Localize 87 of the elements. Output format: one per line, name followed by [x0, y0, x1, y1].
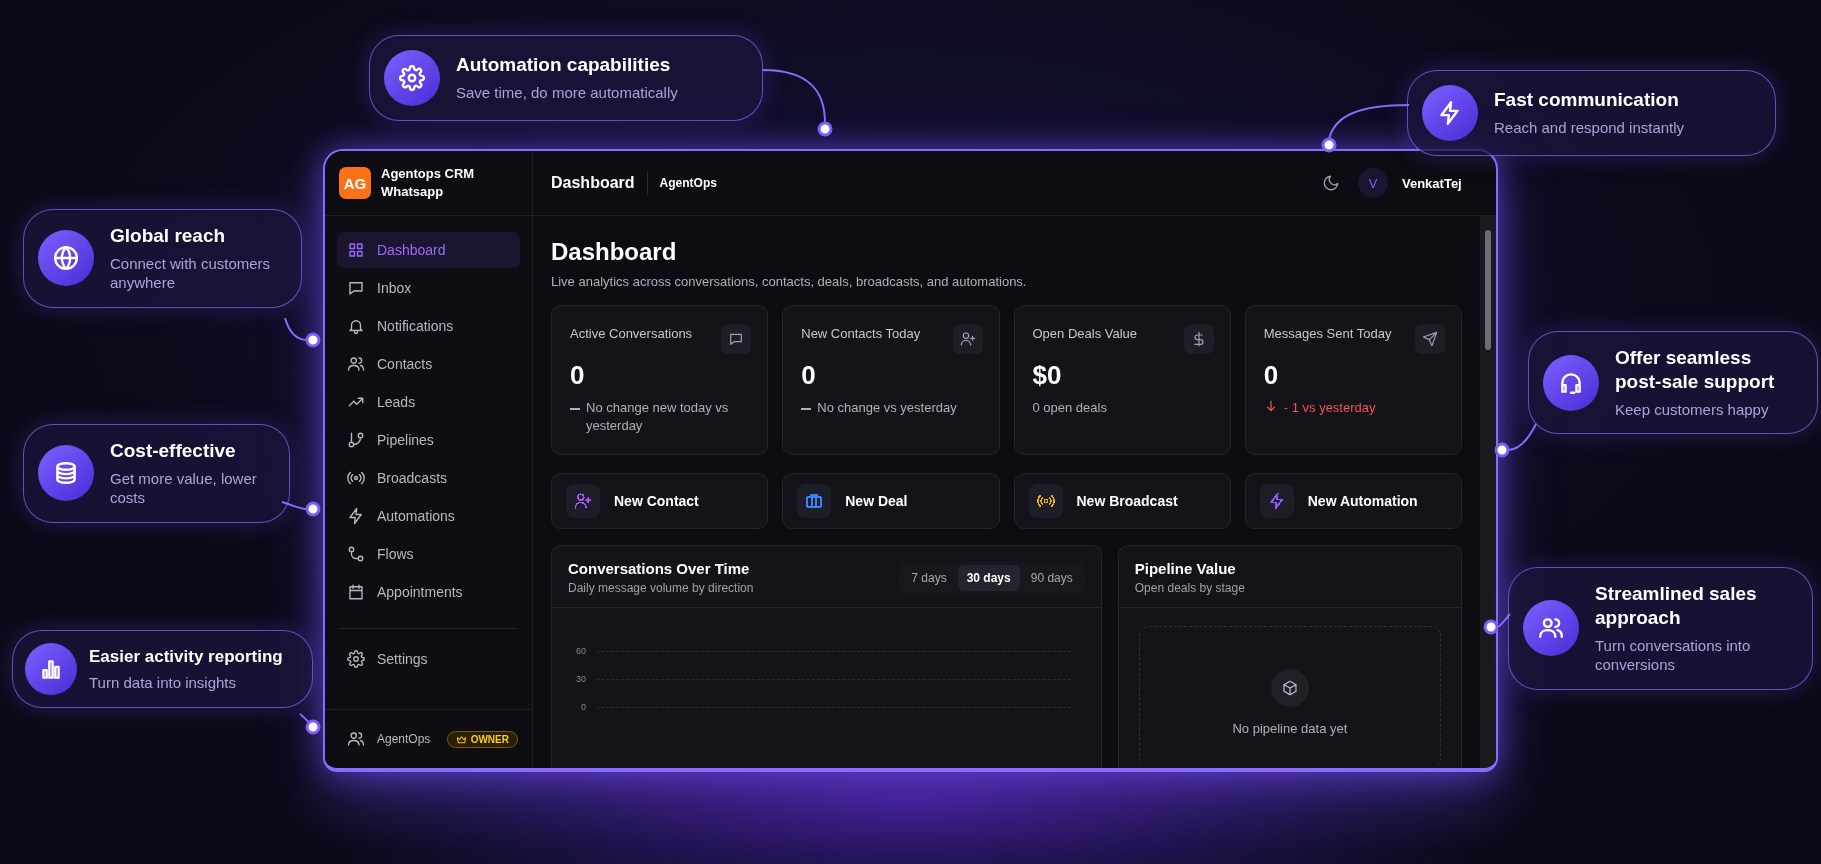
callout-title: Global reach: [110, 224, 227, 248]
stat-label: Open Deals Value: [1032, 326, 1138, 341]
scrollbar[interactable]: [1480, 216, 1496, 768]
callout-title: Fast communication: [1494, 88, 1680, 113]
page-title: Dashboard: [551, 238, 678, 266]
stat-note: - 1 vs yesterday: [1283, 399, 1376, 417]
bell-icon: [347, 317, 365, 335]
quick-action-button[interactable]: New Broadcast: [1013, 473, 1231, 529]
crown-icon: [455, 733, 467, 745]
quick-action-button[interactable]: New Contact: [551, 473, 769, 529]
settings-icon: [347, 650, 365, 668]
dash-icon: [570, 408, 580, 410]
range-tab[interactable]: 7 days: [902, 564, 956, 591]
sidebar-item[interactable]: Appointments: [337, 574, 520, 610]
callout-title: Streamlined sales approach: [1595, 582, 1758, 630]
callout-title: Offer seamless post-sale support: [1615, 346, 1776, 394]
callout-subtitle: Keep customers happy: [1615, 399, 1770, 419]
nodes-icon: [347, 545, 365, 563]
sidebar-item[interactable]: Inbox: [337, 270, 520, 306]
cube-icon: [1281, 680, 1298, 696]
settings-icon: [399, 65, 425, 91]
workspace-name: AgentOps: [377, 732, 431, 746]
user-avatar[interactable]: V: [1358, 168, 1388, 198]
range-tab[interactable]: 30 days: [957, 564, 1020, 591]
callout-subtitle: Get more value, lower costs: [110, 468, 258, 508]
stat-note: No change new today vs yesterday: [586, 399, 730, 436]
stat-note: No change vs yesterday: [817, 399, 957, 417]
callout-title: Easier activity reporting: [89, 645, 283, 667]
role-badge: OWNER: [446, 730, 518, 748]
sidebar-item[interactable]: Contacts: [337, 346, 520, 382]
sidebar-item[interactable]: Broadcasts: [337, 460, 520, 496]
header-title: Dashboard: [551, 174, 635, 192]
stat-label: Messages Sent Today: [1263, 326, 1392, 341]
empty-message: No pipeline data yet: [1232, 721, 1348, 736]
chat-bubble-icon: [728, 331, 745, 347]
quick-action-button[interactable]: New Automation: [1244, 473, 1462, 529]
sidebar-item[interactable]: Flows: [337, 536, 520, 572]
app-name: Agentops CRM Whatsapp: [381, 165, 476, 201]
people-icon: [347, 730, 365, 748]
quick-action-button[interactable]: New Deal: [782, 473, 1000, 529]
sidebar-item[interactable]: Notifications: [337, 308, 520, 344]
connector-line: [284, 317, 321, 348]
app-logo: AG: [339, 167, 371, 199]
calendar-icon: [347, 583, 365, 601]
people-icon: [347, 355, 365, 373]
stat-label: New Contacts Today: [801, 326, 921, 341]
stat-value: $0: [1032, 360, 1063, 391]
workspace-name: AgentOps: [659, 176, 717, 190]
sidebar-item[interactable]: Automations: [337, 498, 520, 534]
callout-title: Cost-effective: [110, 439, 237, 463]
broadcast-icon: [347, 469, 365, 487]
stat-value: 0: [570, 360, 586, 391]
stat-value: 0: [801, 360, 817, 391]
moon-icon: [1322, 174, 1340, 192]
user-name: VenkatTej: [1402, 175, 1463, 191]
axis-label: 60: [575, 646, 586, 656]
callout-subtitle: Save time, do more automatically: [456, 83, 678, 103]
sidebar-item[interactable]: Settings: [337, 641, 520, 677]
callout-title: Automation capabilities: [456, 53, 672, 78]
lightning-icon: [347, 507, 365, 525]
database-icon: [53, 460, 79, 487]
axis-label: 30: [575, 674, 586, 684]
page-subtitle: Live analytics across conversations, contacts, deals, broadcasts, and automations.: [551, 274, 1028, 289]
add-user-icon: [959, 331, 976, 347]
sidebar-item[interactable]: Dashboard: [337, 232, 520, 268]
dash-icon: [801, 408, 812, 410]
stat-note: 0 open deals: [1032, 399, 1107, 417]
sidebar-item[interactable]: Leads: [337, 384, 520, 420]
chat-bubble-icon: [347, 279, 365, 297]
grid-icon: [347, 241, 365, 259]
callout-subtitle: Connect with customers anywhere: [110, 253, 272, 293]
stat-label: Active Conversations: [570, 326, 693, 341]
panel-title: Conversations Over Time: [568, 560, 751, 577]
globe-icon: [53, 245, 79, 272]
axis-label: 0: [580, 702, 586, 712]
panel-subtitle: Daily message volume by direction: [568, 581, 754, 595]
branch-icon: [347, 431, 365, 449]
callout-subtitle: Reach and respond instantly: [1494, 118, 1685, 138]
connector-line: [299, 713, 321, 735]
panel-subtitle: Open deals by stage: [1134, 581, 1245, 595]
panel-title: Pipeline Value: [1134, 560, 1237, 577]
range-tab[interactable]: 90 days: [1021, 564, 1082, 591]
send-icon: [1422, 331, 1438, 347]
callout-subtitle: Turn data into insights: [89, 672, 238, 693]
sidebar-item[interactable]: Pipelines: [337, 422, 520, 458]
stat-value: 0: [1263, 360, 1280, 391]
callout-subtitle: Turn conversations into conversions: [1595, 635, 1752, 675]
